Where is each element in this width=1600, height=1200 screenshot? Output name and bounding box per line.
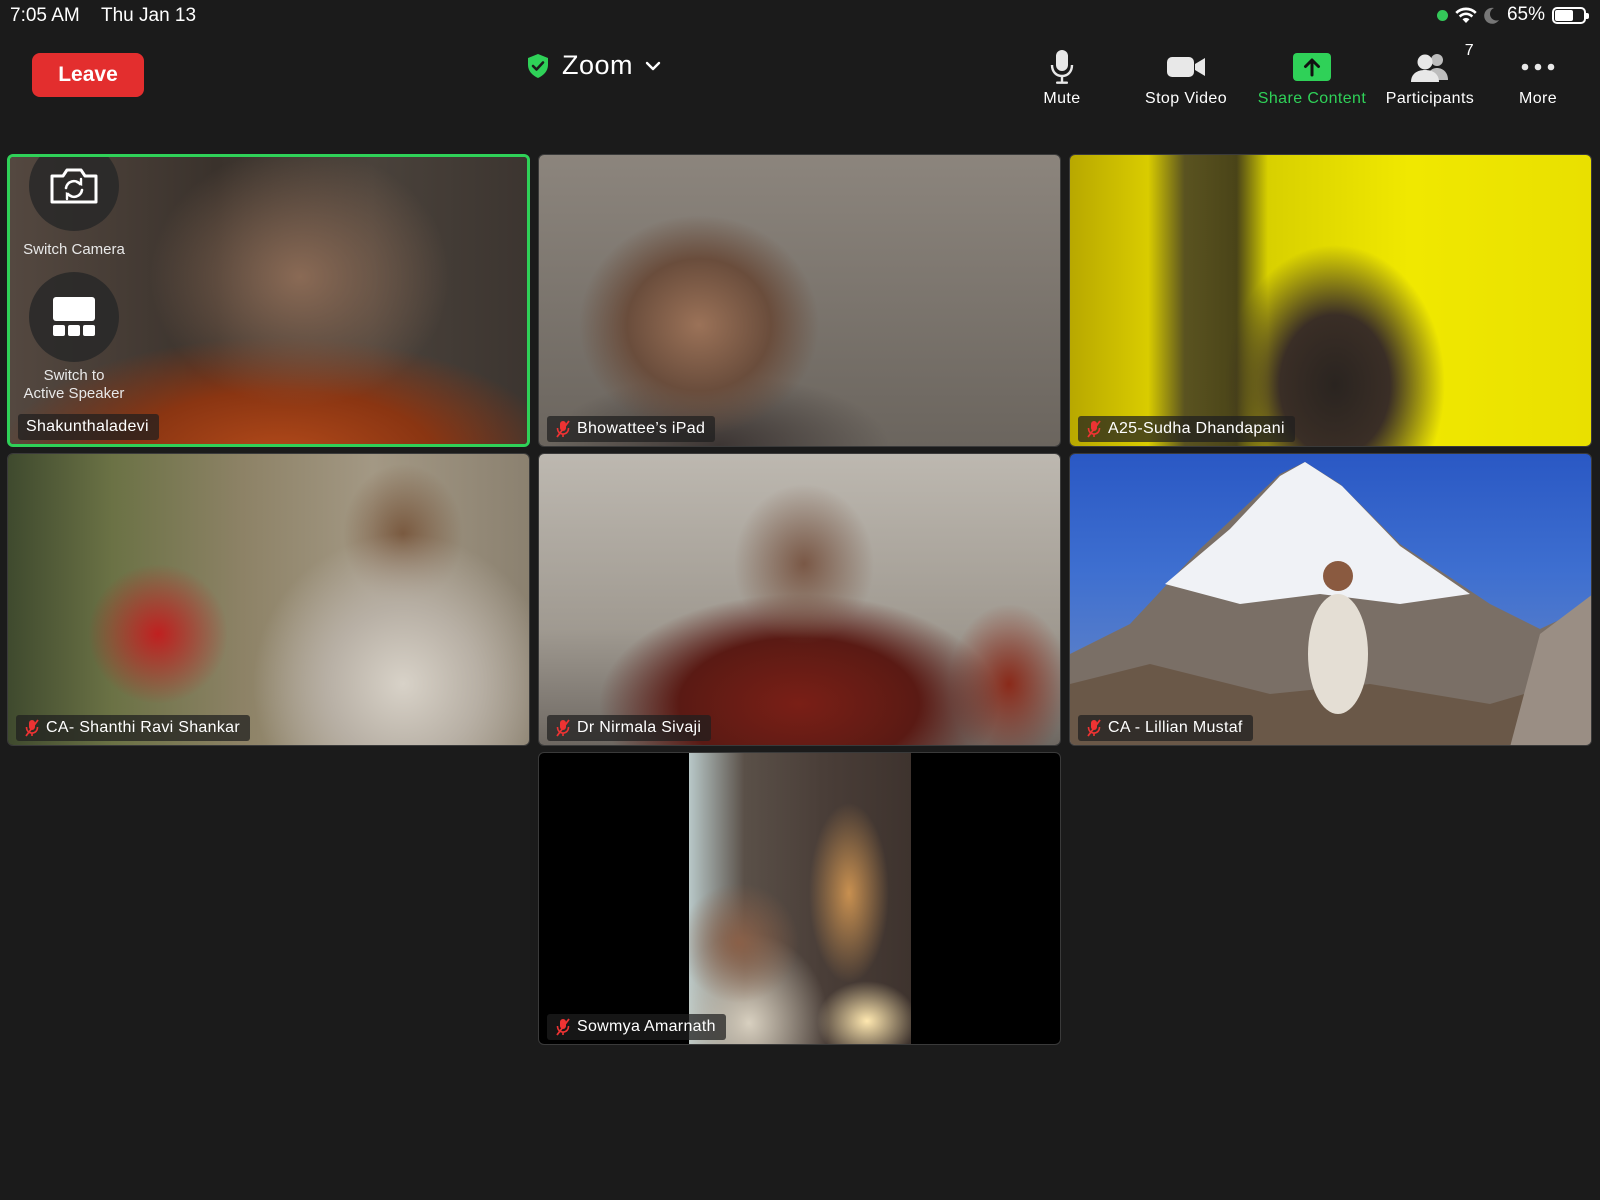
leave-button[interactable]: Leave [32, 53, 144, 97]
switch-speaker-label-2: Active Speaker [23, 385, 125, 402]
participant-name-badge: Bhowattee’s iPad [547, 416, 716, 442]
video-tile-5[interactable]: Dr Nirmala Sivaji [538, 453, 1061, 746]
shield-check-icon [528, 53, 548, 78]
participant-name: CA- Shanthi Ravi Shankar [46, 719, 240, 736]
participant-name-badge: CA - Lillian Mustaf [1078, 715, 1253, 741]
participants-icon [1411, 54, 1448, 82]
participants-button[interactable]: 7 Participants [1368, 42, 1492, 108]
active-speaker-icon [53, 297, 95, 336]
participant-name: Bhowattee’s iPad [577, 420, 706, 437]
video-tile-1[interactable]: Switch Camera Switch to Active Speaker S… [7, 154, 530, 447]
wifi-icon [1455, 7, 1477, 23]
switch-active-speaker-button[interactable] [29, 272, 119, 362]
video-feed [539, 155, 1060, 446]
video-tile-6[interactable]: CA - Lillian Mustaf [1069, 453, 1592, 746]
mute-label: Mute [1043, 90, 1081, 107]
participants-count: 7 [1464, 42, 1474, 59]
video-feed [1070, 155, 1591, 446]
video-camera-icon [1167, 57, 1205, 77]
participant-name-badge: Sowmya Amarnath [547, 1014, 726, 1040]
more-button[interactable]: More [1478, 44, 1598, 108]
meeting-title: Zoom [562, 50, 634, 80]
participant-name-badge: A25-Sudha Dhandapani [1078, 416, 1295, 442]
camera-in-use-icon [1436, 9, 1448, 21]
participants-label: Participants [1385, 90, 1475, 107]
status-date: Thu Jan 13 [101, 5, 197, 26]
meeting-title-dropdown[interactable]: Zoom [526, 50, 661, 81]
share-content-button[interactable]: Share Content [1252, 44, 1372, 108]
muted-mic-icon [25, 719, 39, 737]
chevron-down-icon [645, 61, 661, 70]
battery-fill [1555, 9, 1573, 21]
muted-mic-icon [1087, 719, 1101, 737]
stop-video-label: Stop Video [1145, 90, 1227, 107]
more-label: More [1518, 90, 1558, 107]
mute-button[interactable]: Mute [1002, 44, 1122, 108]
switch-speaker-label-1: Switch to [43, 367, 105, 384]
muted-mic-icon [1087, 420, 1101, 438]
mountain-background [1070, 462, 1591, 745]
battery-icon [1552, 6, 1589, 24]
video-tile-3[interactable]: A25-Sudha Dhandapani [1069, 154, 1592, 447]
participant-name-badge: CA- Shanthi Ravi Shankar [16, 715, 250, 741]
muted-mic-icon [556, 719, 570, 737]
share-content-label: Share Content [1257, 90, 1367, 107]
switch-camera-label: Switch Camera [23, 241, 125, 258]
participant-name: A25-Sudha Dhandapani [1108, 420, 1285, 437]
status-bar: 7:05 AM Thu Jan 13 65% [0, 0, 1600, 32]
video-tile-7[interactable]: Sowmya Amarnath [538, 752, 1061, 1045]
battery-percent: 65% [1506, 4, 1545, 25]
video-feed [8, 454, 529, 745]
status-indicators: 65% [1436, 4, 1589, 26]
video-feed [689, 753, 911, 1044]
moon-icon [1484, 7, 1499, 24]
participant-name: CA - Lillian Mustaf [1108, 719, 1243, 736]
stop-video-button[interactable]: Stop Video [1126, 44, 1246, 108]
participant-name: Dr Nirmala Sivaji [577, 719, 702, 736]
muted-mic-icon [556, 1018, 570, 1036]
status-time: 7:05 AM [10, 5, 80, 26]
share-arrow-icon [1293, 53, 1331, 81]
video-feed [539, 454, 1060, 745]
switch-camera-icon [50, 168, 98, 204]
video-tile-2[interactable]: Bhowattee’s iPad [538, 154, 1061, 447]
microphone-icon [1050, 50, 1074, 84]
more-dots-icon [1521, 63, 1555, 71]
muted-mic-icon [556, 420, 570, 438]
video-tile-4[interactable]: CA- Shanthi Ravi Shankar [7, 453, 530, 746]
participant-name: Shakunthaladevi [26, 418, 149, 435]
participant-name: Sowmya Amarnath [577, 1018, 716, 1035]
participant-name-badge: Dr Nirmala Sivaji [547, 715, 712, 741]
participant-name-badge: Shakunthaladevi [18, 414, 159, 440]
